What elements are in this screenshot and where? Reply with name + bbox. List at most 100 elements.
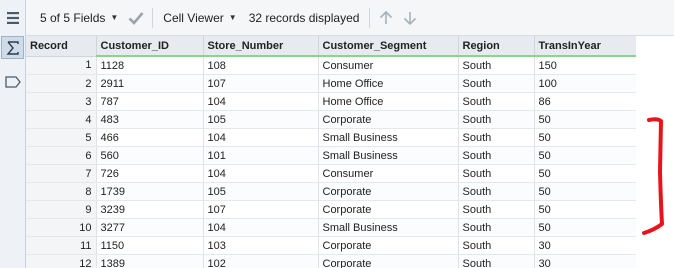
table-cell[interactable]: 1389	[96, 254, 204, 268]
table-cell[interactable]: South	[458, 182, 535, 201]
table-row[interactable]: 5 466 104 Small Business South 50	[26, 128, 636, 147]
table-row[interactable]: 1 1128 108 Consumer South 150	[26, 56, 636, 75]
table-cell[interactable]: 105	[203, 110, 319, 129]
column-header-transinyear[interactable]: TransInYear	[534, 36, 636, 57]
table-cell[interactable]: 3239	[96, 200, 204, 219]
table-cell[interactable]: Consumer	[318, 56, 459, 75]
column-header-customer-segment[interactable]: Customer_Segment	[318, 36, 459, 57]
table-cell[interactable]: Home Office	[318, 92, 459, 111]
table-cell[interactable]: 50	[534, 164, 636, 183]
table-cell[interactable]: Corporate	[318, 236, 459, 255]
record-number-cell[interactable]: 2	[26, 74, 97, 93]
table-cell[interactable]: South	[458, 56, 535, 75]
table-row[interactable]: 7 726 104 Consumer South 50	[26, 164, 636, 183]
record-number-cell[interactable]: 11	[26, 236, 97, 255]
table-cell[interactable]: 30	[534, 236, 636, 255]
table-cell[interactable]: 483	[96, 110, 204, 129]
move-down-button[interactable]	[398, 6, 422, 30]
table-cell[interactable]: 726	[96, 164, 204, 183]
table-cell[interactable]: 787	[96, 92, 204, 111]
table-cell[interactable]: 1150	[96, 236, 204, 255]
table-row[interactable]: 2 2911 107 Home Office South 100	[26, 74, 636, 93]
table-cell[interactable]: 150	[534, 56, 636, 75]
fields-dropdown-label: 5 of 5 Fields	[40, 10, 106, 25]
column-header-store-number[interactable]: Store_Number	[203, 36, 319, 57]
table-row[interactable]: 10 3277 104 Small Business South 50	[26, 218, 636, 237]
table-cell[interactable]: 108	[203, 56, 319, 75]
results-grid[interactable]: Record Customer_ID Store_Number Customer_Se…	[26, 36, 636, 268]
table-row[interactable]: 12 1389 102 Corporate South 30	[26, 254, 636, 268]
table-cell[interactable]: Small Business	[318, 218, 459, 237]
record-number-cell[interactable]: 8	[26, 182, 97, 201]
table-cell[interactable]: Corporate	[318, 110, 459, 129]
table-cell[interactable]: 104	[203, 218, 319, 237]
table-cell[interactable]: South	[458, 110, 535, 129]
table-cell[interactable]: South	[458, 92, 535, 111]
table-cell[interactable]: 466	[96, 128, 204, 147]
table-cell[interactable]: 1128	[96, 56, 204, 75]
record-number-cell[interactable]: 9	[26, 200, 97, 219]
table-cell[interactable]: 100	[534, 74, 636, 93]
table-cell[interactable]: South	[458, 254, 535, 268]
column-header-customer-id[interactable]: Customer_ID	[96, 36, 204, 57]
table-cell[interactable]: 107	[203, 74, 319, 93]
table-cell[interactable]: South	[458, 218, 535, 237]
record-number-cell[interactable]: 10	[26, 218, 97, 237]
cell-viewer-dropdown[interactable]: Cell Viewer ▼	[157, 6, 242, 30]
table-cell[interactable]: 105	[203, 182, 319, 201]
table-row[interactable]: 3 787 104 Home Office South 86	[26, 92, 636, 111]
record-number-cell[interactable]: 7	[26, 164, 97, 183]
table-row[interactable]: 11 1150 103 Corporate South 30	[26, 236, 636, 255]
table-cell[interactable]: 104	[203, 128, 319, 147]
table-cell[interactable]: South	[458, 128, 535, 147]
table-cell[interactable]: 50	[534, 128, 636, 147]
table-row[interactable]: 8 1739 105 Corporate South 50	[26, 182, 636, 201]
table-cell[interactable]: 3277	[96, 218, 204, 237]
move-up-button[interactable]	[374, 6, 398, 30]
table-cell[interactable]: South	[458, 164, 535, 183]
record-number-cell[interactable]: 1	[26, 56, 97, 75]
table-cell[interactable]: 50	[534, 182, 636, 201]
table-row[interactable]: 9 3239 107 Corporate South 50	[26, 200, 636, 219]
table-cell[interactable]: Corporate	[318, 200, 459, 219]
table-cell[interactable]: 2911	[96, 74, 204, 93]
table-cell[interactable]: 50	[534, 146, 636, 165]
summary-view-button[interactable]	[1, 36, 24, 59]
table-cell[interactable]: 1739	[96, 182, 204, 201]
table-cell[interactable]: 103	[203, 236, 319, 255]
table-cell[interactable]: 107	[203, 200, 319, 219]
table-row[interactable]: 4 483 105 Corporate South 50	[26, 110, 636, 129]
table-cell[interactable]: Corporate	[318, 182, 459, 201]
table-cell[interactable]: South	[458, 200, 535, 219]
table-cell[interactable]: Small Business	[318, 128, 459, 147]
table-cell[interactable]: Small Business	[318, 146, 459, 165]
record-number-cell[interactable]: 6	[26, 146, 97, 165]
record-number-cell[interactable]: 3	[26, 92, 97, 111]
table-cell[interactable]: 50	[534, 200, 636, 219]
column-header-region[interactable]: Region	[458, 36, 535, 57]
table-cell[interactable]: Corporate	[318, 254, 459, 268]
record-number-cell[interactable]: 4	[26, 110, 97, 129]
apply-fields-button[interactable]	[124, 6, 148, 30]
table-cell[interactable]: 102	[203, 254, 319, 268]
table-cell[interactable]: 50	[534, 218, 636, 237]
table-row[interactable]: 6 560 101 Small Business South 50	[26, 146, 636, 165]
table-cell[interactable]: 104	[203, 164, 319, 183]
table-cell[interactable]: 86	[534, 92, 636, 111]
table-cell[interactable]: Consumer	[318, 164, 459, 183]
table-cell[interactable]: Home Office	[318, 74, 459, 93]
table-cell[interactable]: South	[458, 74, 535, 93]
table-view-button[interactable]	[1, 6, 24, 29]
column-header-record[interactable]: Record	[26, 36, 97, 57]
metadata-view-button[interactable]	[1, 70, 24, 93]
table-cell[interactable]: 50	[534, 110, 636, 129]
table-cell[interactable]: 560	[96, 146, 204, 165]
record-number-cell[interactable]: 5	[26, 128, 97, 147]
table-cell[interactable]: 101	[203, 146, 319, 165]
table-cell[interactable]: 104	[203, 92, 319, 111]
table-cell[interactable]: 30	[534, 254, 636, 268]
table-cell[interactable]: South	[458, 146, 535, 165]
fields-dropdown[interactable]: 5 of 5 Fields ▼	[34, 6, 124, 30]
table-cell[interactable]: South	[458, 236, 535, 255]
record-number-cell[interactable]: 12	[26, 254, 97, 268]
